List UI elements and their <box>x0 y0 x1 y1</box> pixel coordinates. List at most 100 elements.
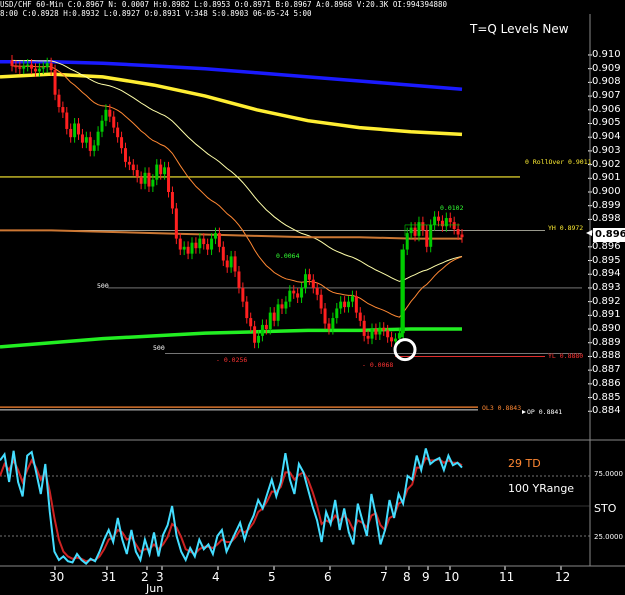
price-tick-label: 0.887 <box>592 364 621 376</box>
candle-body <box>437 216 441 221</box>
candle-body <box>460 234 464 238</box>
time-tick-label: 5 <box>268 570 276 584</box>
price-tick-label: 0.903 <box>592 144 621 156</box>
candle-body <box>229 256 233 268</box>
candle-body <box>276 304 280 321</box>
candle-body <box>350 296 354 302</box>
price-tick-label: 0.901 <box>592 172 621 184</box>
time-tick-label: 12 <box>555 570 571 584</box>
candle-body <box>237 271 241 288</box>
ol3-label: OL3 0.8843 <box>482 404 522 412</box>
candle-body <box>80 134 84 143</box>
price-tick-label: 0.893 <box>592 281 621 293</box>
light-yellow-moving-average <box>11 59 463 282</box>
price-tick-label: 0.896 <box>592 240 621 252</box>
candle-body <box>120 137 124 149</box>
candle-body <box>300 287 304 298</box>
price-tick-label: 0.906 <box>592 103 621 115</box>
candle-body <box>448 218 452 223</box>
candle-body <box>292 290 296 294</box>
current-price-box: 0.896 <box>593 228 625 242</box>
candle-body <box>409 227 413 234</box>
moving-averages <box>0 59 463 349</box>
candle-body <box>10 60 14 66</box>
price-tick-label: 0.891 <box>592 309 621 321</box>
candle-body <box>339 301 343 309</box>
candle-body <box>225 260 229 268</box>
price-tick-label: 0.902 <box>592 158 621 170</box>
candle-body <box>405 233 409 250</box>
candle-body <box>393 338 397 342</box>
candle-body <box>272 312 276 321</box>
candle-body <box>45 63 49 68</box>
candle-body <box>77 123 81 135</box>
candle-body <box>429 224 433 247</box>
candle-body <box>151 179 155 187</box>
candle-body <box>155 164 159 180</box>
candle-body <box>84 137 88 143</box>
yh-label: YH 0.8972 <box>548 224 584 232</box>
candle-body <box>268 312 272 330</box>
candle-body <box>170 192 174 209</box>
candle-body <box>213 233 217 239</box>
sto-level-25-label: 25.0000 <box>594 533 623 541</box>
price-chart <box>0 14 625 570</box>
time-tick-label: 8 <box>403 570 411 584</box>
op-arrow <box>522 410 526 414</box>
candle-body <box>69 128 73 138</box>
price-tick-label: 0.908 <box>592 76 621 88</box>
candle-body <box>386 330 390 338</box>
candle-body <box>280 304 284 309</box>
candle-body <box>26 64 30 66</box>
candle-body <box>331 318 335 330</box>
td-label: 29 TD <box>508 457 541 470</box>
candle-body <box>315 287 319 295</box>
candle-body <box>241 287 245 302</box>
candle-body <box>92 145 96 151</box>
candle-body <box>362 320 366 336</box>
candle-body <box>354 296 358 313</box>
candle-body <box>53 70 57 95</box>
candle-body <box>206 244 210 250</box>
candle-body <box>296 293 300 298</box>
candle-body <box>178 238 182 250</box>
candle-body <box>264 324 268 330</box>
candle-body <box>413 227 417 236</box>
price-tick-label: 0.889 <box>592 336 621 348</box>
candle-body <box>358 312 362 321</box>
price-tick-label: 0.904 <box>592 131 621 143</box>
price-tick-label: 0.895 <box>592 254 621 266</box>
rollover-label: 0 RollOver 0.9011 <box>525 158 592 166</box>
study-title: T=Q Levels New <box>470 22 569 36</box>
candle-body <box>260 324 264 336</box>
yrange-label: 100 YRange <box>508 482 575 495</box>
candle-body <box>253 326 257 343</box>
price-tick-label: 0.900 <box>592 186 621 197</box>
price-tick-label: 0.892 <box>592 295 621 307</box>
candle-body <box>217 233 221 247</box>
candle-body <box>104 109 108 121</box>
price-tick-label: 0.899 <box>592 199 621 211</box>
price-tick-label: 0.886 <box>592 377 621 389</box>
candle-body <box>182 246 186 250</box>
candle-body <box>202 238 206 245</box>
level-500-lower-label: 500 <box>153 344 165 352</box>
candle-body <box>456 229 460 235</box>
candle-body <box>335 308 339 319</box>
candle-body <box>116 127 120 138</box>
candle-body <box>135 170 139 177</box>
price-tick-label: 0.909 <box>592 62 621 74</box>
candle-body <box>57 94 61 108</box>
candle-body <box>49 63 53 71</box>
time-tick-label: 11 <box>499 570 515 584</box>
candle-body <box>370 329 374 339</box>
price-tick-label: 0.884 <box>592 405 621 417</box>
candle-body <box>433 216 437 225</box>
price-tick-label: 0.894 <box>592 268 621 280</box>
candle-body <box>174 208 178 239</box>
candle-body <box>257 335 261 343</box>
candle-body <box>108 109 112 117</box>
candle-body <box>374 329 378 335</box>
candle-body <box>233 256 237 272</box>
candle-body <box>41 67 45 69</box>
